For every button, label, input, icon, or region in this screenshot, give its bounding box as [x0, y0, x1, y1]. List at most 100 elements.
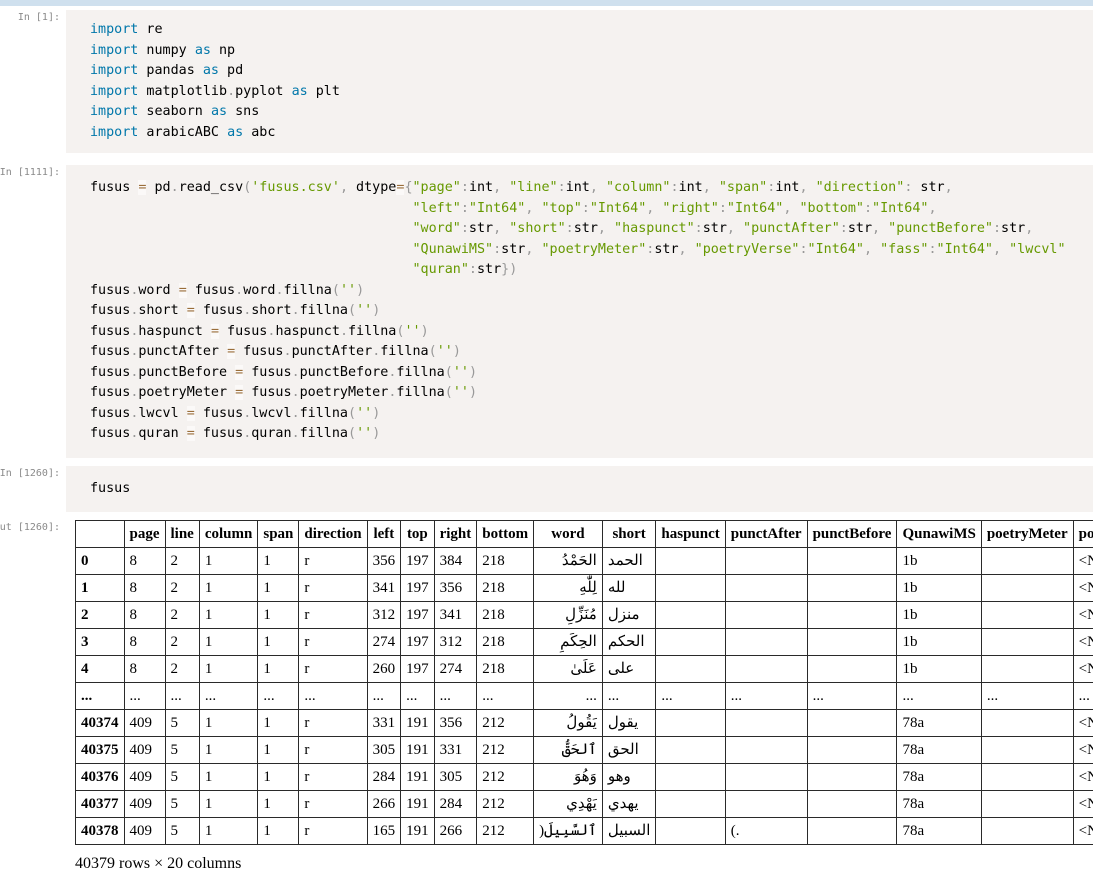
table-cell	[807, 629, 897, 656]
table-cell: الحِكَمِ	[534, 629, 603, 656]
code-line: fusus.punctAfter = fusus.punctAfter.fill…	[90, 342, 1093, 363]
row-index: 40374	[76, 710, 125, 737]
code-cell-imports[interactable]: In [1]: import reimport numpy as npimpor…	[0, 10, 1093, 153]
table-cell: 212	[477, 791, 534, 818]
table-cell: 1	[199, 548, 258, 575]
table-cell: ...	[602, 683, 656, 710]
table-cell: منزل	[602, 602, 656, 629]
table-cell: (.	[725, 818, 807, 845]
table-cell: 212	[477, 818, 534, 845]
table-cell	[656, 629, 725, 656]
column-header: poetryVerse	[1073, 521, 1093, 548]
table-cell: 191	[401, 764, 435, 791]
table-cell: 274	[434, 656, 477, 683]
table-cell: ...	[434, 683, 477, 710]
table-cell: 1	[258, 602, 299, 629]
table-cell: 312	[434, 629, 477, 656]
table-cell: 191	[401, 710, 435, 737]
table-cell: ٱلحَقُّ	[534, 737, 603, 764]
code-line: "quran":str})	[90, 260, 1093, 281]
code-line: import seaborn as sns	[90, 102, 1093, 123]
table-cell: 197	[401, 602, 435, 629]
table-cell: 212	[477, 764, 534, 791]
table-cell: يهدي	[602, 791, 656, 818]
table-cell	[807, 656, 897, 683]
table-cell: عَلَىٰ	[534, 656, 603, 683]
table-cell: 409	[124, 710, 165, 737]
code-cell-read-csv[interactable]: In [1111]: fusus = pd.read_csv('fusus.cs…	[0, 165, 1093, 458]
table-row: 40376409511r284191305212وَهُوَوهو78a<NA>…	[76, 764, 1093, 791]
table-cell	[981, 548, 1073, 575]
table-cell	[725, 575, 807, 602]
table-cell: 218	[477, 548, 534, 575]
table-cell: 1b	[897, 602, 981, 629]
table-cell: <NA>	[1073, 575, 1093, 602]
table-cell: 260	[367, 656, 401, 683]
table-cell: 2	[165, 629, 199, 656]
table-cell: وهو	[602, 764, 656, 791]
row-index: 2	[76, 602, 125, 629]
code-line: fusus	[90, 479, 1093, 500]
code-line: "QunawiMS":str, "poetryMeter":str, "poet…	[90, 240, 1093, 261]
table-cell: 409	[124, 791, 165, 818]
table-cell: 2	[165, 602, 199, 629]
code-line: fusus.quran = fusus.quran.fillna('')	[90, 424, 1093, 445]
table-cell: 218	[477, 575, 534, 602]
table-cell: ...	[725, 683, 807, 710]
table-cell: 409	[124, 818, 165, 845]
table-cell	[725, 602, 807, 629]
table-cell: 5	[165, 764, 199, 791]
dataframe-shape-label: 40379 rows × 20 columns	[75, 855, 1093, 873]
table-cell: ...	[299, 683, 367, 710]
table-header-row: pagelinecolumnspandirectionlefttoprightb…	[76, 521, 1093, 548]
code-editor[interactable]: fusus	[66, 466, 1093, 513]
table-cell	[981, 737, 1073, 764]
table-row: 40377409511r266191284212يَهْدِييهدي78a<N…	[76, 791, 1093, 818]
table-cell	[981, 656, 1073, 683]
table-cell: 1b	[897, 575, 981, 602]
table-cell: <NA>	[1073, 710, 1093, 737]
table-cell	[725, 548, 807, 575]
table-cell: 218	[477, 629, 534, 656]
table-cell: <NA>	[1073, 737, 1093, 764]
table-cell: 341	[434, 602, 477, 629]
code-line: fusus.short = fusus.short.fillna('')	[90, 301, 1093, 322]
table-cell: ...	[401, 683, 435, 710]
table-cell: 266	[434, 818, 477, 845]
table-cell: r	[299, 818, 367, 845]
table-cell: r	[299, 737, 367, 764]
table-cell: 305	[367, 737, 401, 764]
column-header: haspunct	[656, 521, 725, 548]
table-cell: 1	[258, 818, 299, 845]
table-cell: 274	[367, 629, 401, 656]
code-editor[interactable]: fusus = pd.read_csv('fusus.csv', dtype={…	[66, 165, 1093, 458]
table-cell: يَهْدِي	[534, 791, 603, 818]
table-cell	[725, 629, 807, 656]
code-line: fusus.word = fusus.word.fillna('')	[90, 281, 1093, 302]
table-cell: 356	[434, 575, 477, 602]
table-row: 08211r356197384218الحَمْدُالحمد1b<NA>0	[76, 548, 1093, 575]
column-header: span	[258, 521, 299, 548]
table-cell: 197	[401, 629, 435, 656]
table-cell: يَقُولُ	[534, 710, 603, 737]
column-header: short	[602, 521, 656, 548]
code-cell-fusus[interactable]: In [1260]: fusus	[0, 466, 1093, 513]
table-cell: 1	[258, 575, 299, 602]
table-cell: 312	[367, 602, 401, 629]
table-cell: 409	[124, 764, 165, 791]
code-editor[interactable]: import reimport numpy as npimport pandas…	[66, 10, 1093, 153]
table-cell	[807, 818, 897, 845]
table-cell: ...	[897, 683, 981, 710]
table-cell: 1	[199, 764, 258, 791]
table-cell	[725, 656, 807, 683]
table-cell: <NA>	[1073, 629, 1093, 656]
column-header: top	[401, 521, 435, 548]
table-cell: r	[299, 656, 367, 683]
table-cell: r	[299, 710, 367, 737]
table-row: 40378409511r165191266212)ٱلسَّبِيلَالسبي…	[76, 818, 1093, 845]
table-row: 18211r341197356218لِلّٰهِلله1b<NA>0	[76, 575, 1093, 602]
table-cell: وَهُوَ	[534, 764, 603, 791]
table-cell: 1	[258, 791, 299, 818]
table-cell: ...	[477, 683, 534, 710]
row-index: ...	[76, 683, 125, 710]
